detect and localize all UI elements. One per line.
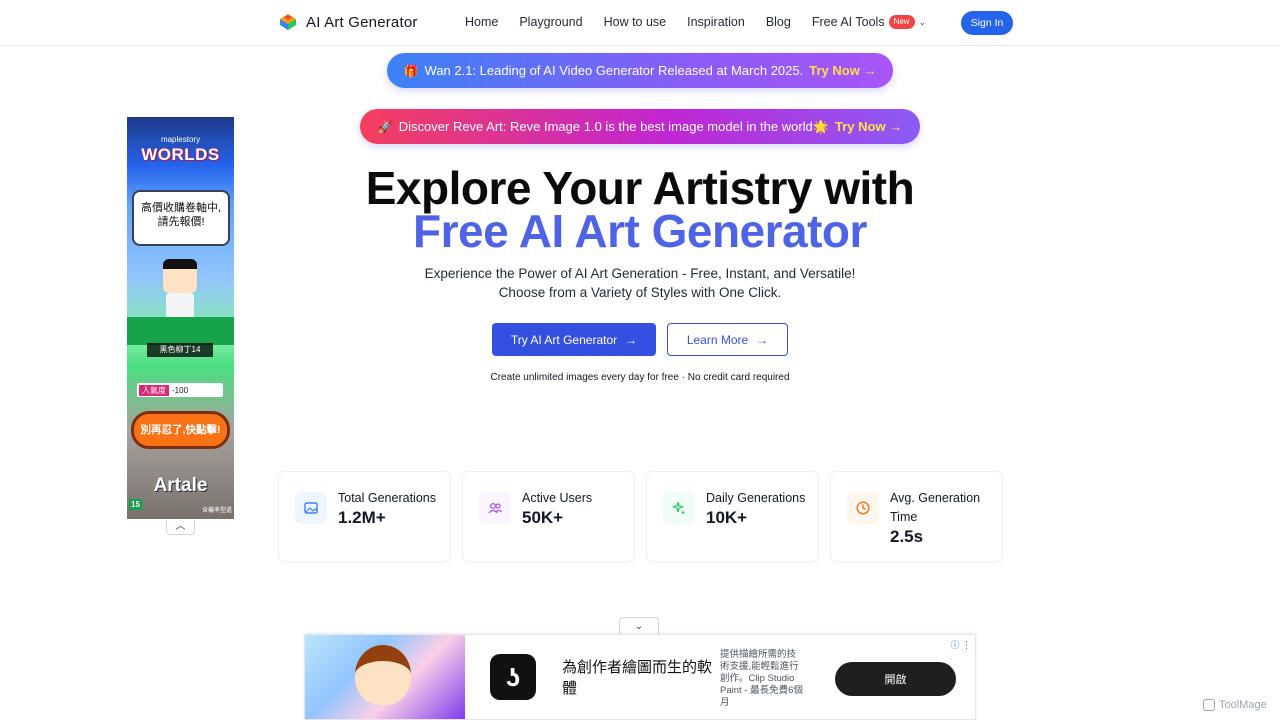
stat-label: Avg. Generation Time bbox=[890, 491, 981, 524]
announcement-banner-wan[interactable]: 🎁 Wan 2.1: Leading of AI Video Generator… bbox=[387, 53, 893, 88]
hero-title-line-2: Free AI Art Generator bbox=[413, 205, 867, 257]
arrow-right-icon: → bbox=[625, 332, 638, 347]
logo[interactable]: AI Art Generator bbox=[278, 12, 418, 32]
stat-card-total-generations: Total Generations 1.2M+ bbox=[278, 471, 451, 562]
stat-label: Active Users bbox=[522, 491, 593, 505]
logo-text: AI Art Generator bbox=[306, 13, 418, 31]
banner-text: Wan 2.1: Leading of AI Video Generator R… bbox=[424, 63, 804, 78]
toolmage-logo-icon bbox=[1203, 699, 1215, 711]
watermark-text: ToolMage bbox=[1219, 699, 1267, 711]
hero-subtitle-line-1: Experience the Power of AI Art Generatio… bbox=[424, 266, 856, 281]
stat-value: 10K+ bbox=[706, 508, 748, 527]
ad-stat-label: 人氣度 bbox=[139, 384, 169, 396]
announcement-banner-reve[interactable]: 🚀 Discover Reve Art: Reve Image 1.0 is t… bbox=[360, 109, 920, 144]
clock-icon bbox=[847, 492, 879, 524]
ad-brand-small: maplestory bbox=[160, 135, 201, 144]
hero-note: Create unlimited images every day for fr… bbox=[490, 372, 790, 383]
arrow-right-icon: → bbox=[756, 332, 769, 347]
stat-value: 2.5s bbox=[890, 527, 924, 546]
new-badge: New bbox=[888, 15, 915, 29]
banner-try-now-link[interactable]: Try Now → bbox=[809, 63, 876, 78]
ad-name-tag: 黑色柳丁14 bbox=[147, 343, 213, 357]
ad-age-rating: 15 bbox=[129, 499, 142, 510]
ad-stat-bar: 人氣度 -100 bbox=[137, 383, 223, 397]
bottom-ad-collapse-chevron-down-icon[interactable]: ⌄ bbox=[619, 617, 659, 635]
chevron-down-icon: ⌄ bbox=[918, 16, 927, 27]
stat-value: 50K+ bbox=[522, 508, 564, 527]
ad-speech-bubble: 高價收購卷軸中, 請先報價! bbox=[132, 190, 230, 246]
try-ai-art-generator-button[interactable]: Try AI Art Generator → bbox=[492, 323, 656, 356]
site-header: AI Art Generator Home Playground How to … bbox=[0, 0, 1280, 46]
sign-in-button[interactable]: Sign In bbox=[961, 11, 1013, 35]
ad-description: 提供描繪所需的技術支援,能輕鬆進行創作。Clip Studio Paint - … bbox=[720, 649, 803, 708]
stat-card-avg-generation-time: Avg. Generation Time 2.5s bbox=[830, 471, 1003, 562]
banner-text: Discover Reve Art: Reve Image 1.0 is the… bbox=[398, 118, 829, 134]
watermark: ToolMage bbox=[1203, 699, 1267, 711]
nav-playground[interactable]: Playground bbox=[519, 15, 582, 29]
button-label: Try AI Art Generator bbox=[510, 332, 618, 347]
ad-cta-button[interactable]: 別再忍了,快點擊! bbox=[131, 411, 230, 449]
gift-icon: 🎁 bbox=[403, 63, 419, 78]
rocket-icon: 🚀 bbox=[377, 119, 393, 134]
nav-blog[interactable]: Blog bbox=[766, 15, 791, 29]
ad-open-button[interactable]: 開啟 bbox=[835, 662, 956, 696]
stat-value: 1.2M+ bbox=[338, 508, 386, 527]
main-nav: Home Playground How to use Inspiration B… bbox=[465, 15, 926, 29]
users-icon bbox=[479, 492, 511, 524]
ad-bubble-line: 高價收購卷軸中, bbox=[140, 202, 222, 214]
banner-try-now-link[interactable]: Try Now → bbox=[835, 119, 902, 134]
button-label: Learn More bbox=[686, 332, 749, 347]
nav-free-ai-tools-label: Free AI Tools bbox=[811, 15, 885, 29]
hero-subtitle-line-2: Choose from a Variety of Styles with One… bbox=[498, 285, 782, 300]
clip-studio-logo-icon: ʖ bbox=[490, 654, 536, 700]
logo-icon bbox=[280, 14, 296, 30]
stat-label: Total Generations bbox=[338, 491, 436, 505]
ad-collapse-chevron-up-icon[interactable]: ︿ bbox=[166, 520, 195, 535]
ad-headline: 為創作者繪圖而生的軟體 bbox=[562, 659, 713, 697]
nav-how-to-use[interactable]: How to use bbox=[604, 15, 667, 29]
ad-anime-illustration bbox=[305, 635, 465, 719]
nav-free-ai-tools[interactable]: Free AI Tools New ⌄ bbox=[812, 15, 926, 29]
ad-character-image bbox=[157, 259, 203, 319]
ad-brand-big: WORLDS bbox=[141, 145, 220, 164]
ad-info-icon[interactable]: ⓘ ⋮ bbox=[950, 638, 971, 651]
ad-stat-value: -100 bbox=[172, 385, 189, 395]
nav-home[interactable]: Home bbox=[465, 15, 498, 29]
nav-inspiration[interactable]: Inspiration bbox=[687, 15, 745, 29]
stat-card-daily-generations: Daily Generations 10K+ bbox=[646, 471, 819, 562]
stat-card-active-users: Active Users 50K+ bbox=[462, 471, 635, 562]
bottom-banner-ad[interactable]: ʖ 為創作者繪圖而生的軟體 提供描繪所需的技術支援,能輕鬆進行創作。Clip S… bbox=[304, 634, 976, 720]
stat-label: Daily Generations bbox=[706, 491, 806, 505]
learn-more-button[interactable]: Learn More → bbox=[667, 323, 788, 356]
ad-footnote: 含機率型道 bbox=[201, 508, 232, 514]
ad-artale-logo: Artale bbox=[153, 475, 208, 496]
ad-grass-platform bbox=[127, 317, 234, 345]
image-icon bbox=[295, 492, 327, 524]
hero-subtitle: Experience the Power of AI Art Generatio… bbox=[340, 264, 940, 302]
ad-bubble-line: 請先報價! bbox=[157, 216, 205, 228]
left-side-ad[interactable]: maplestory WORLDS 高價收購卷軸中, 請先報價! 黑色柳丁14 … bbox=[127, 117, 234, 519]
sparkles-icon bbox=[663, 492, 695, 524]
